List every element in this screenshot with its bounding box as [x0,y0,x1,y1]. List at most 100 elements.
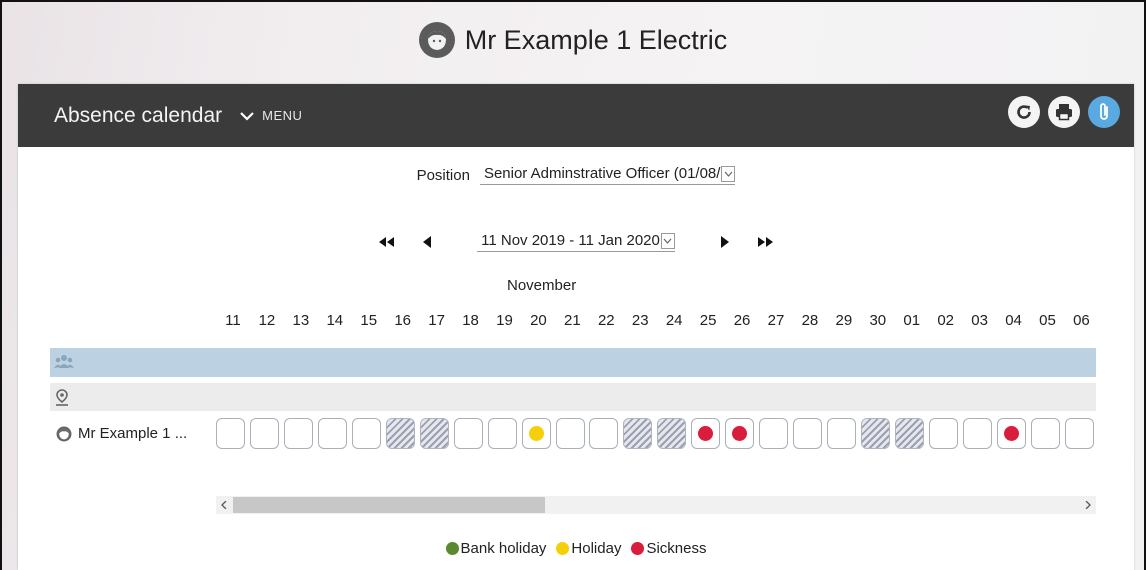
day-cell-empty[interactable] [216,418,245,449]
day-cell-weekend[interactable] [419,418,449,449]
refresh-icon [1017,105,1031,119]
day-cell-empty[interactable] [827,418,857,449]
day-cell-empty[interactable] [589,418,619,449]
day-number: 26 [733,312,751,329]
left-icon [423,236,432,248]
sickness-dot [1003,426,1019,441]
day-cell-sickness[interactable] [725,418,755,449]
day-cell-empty[interactable] [249,418,279,449]
legend-label: Holiday [571,540,622,557]
day-cell-empty[interactable] [928,418,958,449]
legend-dot [631,542,645,555]
date-range-select[interactable]: 11 Nov 2019 - 11 Jan 2020 [477,232,675,252]
horizontal-scrollbar[interactable] [216,496,1096,514]
day-cell-sickness[interactable] [996,418,1026,449]
double-right-icon [757,237,773,247]
next-button[interactable] [713,232,737,252]
location-pin-icon [54,389,70,412]
legend-item: Bank holiday [445,540,547,557]
day-cell-empty[interactable] [351,418,381,449]
legend-item: Holiday [556,540,621,557]
day-number: 16 [394,312,411,329]
scrollbar-thumb[interactable] [233,497,545,513]
legend-dot [556,542,570,555]
day-number: 14 [326,312,344,329]
avatar-icon [56,426,72,441]
menu-button[interactable]: MENU [262,108,302,123]
day-cell-empty[interactable] [962,418,992,449]
attachment-icon [1100,103,1108,120]
double-left-icon [379,237,395,247]
scroll-right-button[interactable] [1080,496,1096,514]
day-number: 27 [767,312,785,329]
day-cell-empty[interactable] [487,418,517,449]
day-number: 23 [631,312,649,329]
user-name: Mr Example 1 Electric [464,24,728,55]
day-cell-weekend[interactable] [657,418,687,449]
day-number: 13 [292,312,310,329]
header-actions [1008,96,1120,128]
day-number: 21 [564,312,581,329]
chevron-down-icon[interactable] [240,111,254,121]
day-cell-empty[interactable] [1030,418,1060,449]
day-number: 03 [971,312,988,329]
day-number: 01 [903,312,921,329]
position-select[interactable]: Senior Adminstrative Officer (01/08/ [479,165,736,185]
group-row [50,348,1096,377]
day-number: 30 [869,312,887,329]
day-cell-weekend[interactable] [895,418,924,449]
day-number: 22 [597,312,615,329]
chevron-down-icon [721,165,736,182]
print-icon [1056,104,1072,121]
print-button[interactable] [1048,96,1080,128]
day-cell-weekend[interactable] [623,418,653,449]
day-cell-holiday[interactable] [521,418,551,449]
panel-header: Absence calendar MENU [18,84,1134,147]
day-number: 12 [258,312,276,329]
legend-item: Sickness [631,540,706,557]
day-number: 20 [530,312,547,329]
day-number: 28 [801,312,819,329]
day-cell-empty[interactable] [283,418,313,449]
day-cell-empty[interactable] [793,418,823,449]
day-number: 19 [496,312,513,329]
day-number: 25 [699,312,717,329]
person-name[interactable]: Mr Example 1 ... [78,425,187,442]
day-cell-empty[interactable] [759,418,789,449]
day-cell-empty[interactable] [453,418,483,449]
legend-dot [445,542,459,555]
location-row [50,383,1096,411]
attachment-button[interactable] [1088,96,1120,128]
first-page-button[interactable] [375,232,399,252]
sickness-dot [732,426,748,441]
day-numbers-row: 11 12 13 14 15 16 17 18 19 20 21 22 23 24 25 26 27 28 29 30… [216,312,1098,329]
day-number: 17 [428,312,445,329]
user-header: Mr Example 1 Electric [418,22,728,58]
day-cell-empty[interactable] [555,418,585,449]
day-cell-empty[interactable] [317,418,347,449]
person-row-label: Mr Example 1 ... [56,425,187,442]
day-cell-empty[interactable] [1064,418,1094,449]
day-number: 29 [835,312,853,329]
day-cell-weekend[interactable] [861,418,891,449]
day-cell-sickness[interactable] [691,418,721,449]
scroll-left-button[interactable] [216,496,232,514]
absence-cells [216,418,1096,450]
legend: Bank holiday Holiday Sickness [18,540,1134,557]
position-value: Senior Adminstrative Officer (01/08/ [483,165,721,182]
group-icon [54,354,74,375]
last-page-button[interactable] [753,232,777,252]
month-label: November [507,277,577,294]
day-number: 05 [1039,312,1056,329]
day-cell-weekend[interactable] [385,418,415,449]
day-number: 06 [1073,312,1090,329]
previous-button[interactable] [415,232,439,252]
date-navigation: 11 Nov 2019 - 11 Jan 2020 [18,232,1134,252]
day-number: 02 [937,312,954,329]
day-number: 04 [1005,312,1022,329]
legend-label: Sickness [646,540,707,557]
legend-label: Bank holiday [460,540,547,557]
day-number: 24 [665,312,683,329]
refresh-button[interactable] [1008,96,1040,128]
right-icon [720,236,729,248]
